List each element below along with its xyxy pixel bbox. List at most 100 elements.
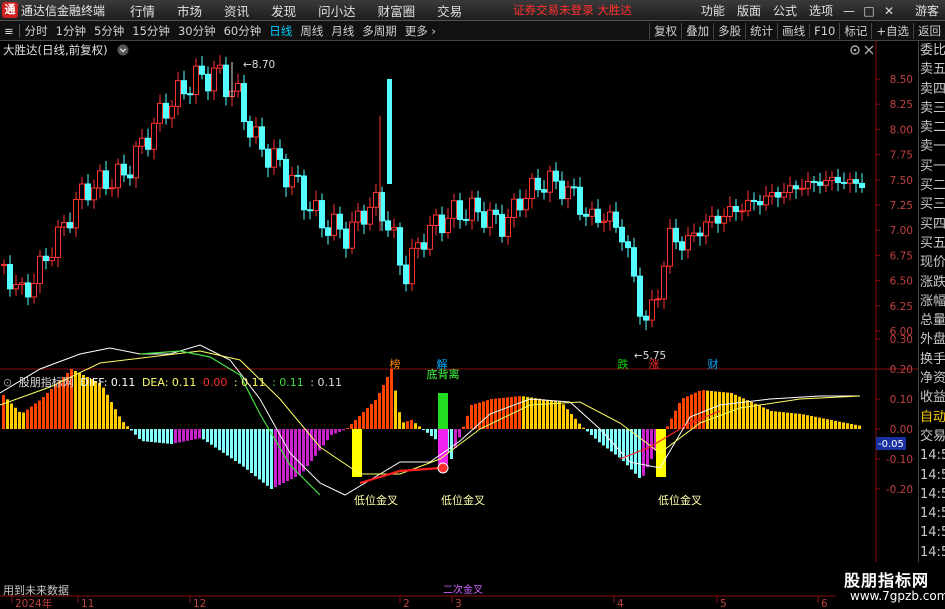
sidebar-item-0[interactable]: 委比 [919,41,945,60]
sidebar-item-15[interactable]: 外盘 [919,330,945,349]
macd-bar [422,429,425,430]
sidebar-item-5[interactable]: 卖一 [919,137,945,156]
sidebar-item-24[interactable]: 14:56 [919,504,945,523]
sidebar-item-4[interactable]: 卖二 [919,118,945,137]
close-button[interactable]: ✕ [879,4,899,18]
overlay-button[interactable]: 叠加 [681,23,713,39]
sidebar-item-23[interactable]: 14:56 [919,485,945,504]
sidebar-item-22[interactable]: 14:56 [919,466,945,485]
sidebar-item-14[interactable]: 总量 [919,311,945,330]
macd-bar [810,416,813,429]
sidebar-item-11[interactable]: 现价 [919,253,945,272]
menu-formula[interactable]: 公式 [767,2,803,19]
macd-bar [450,429,453,459]
period-intraday[interactable]: 分时 [21,23,52,39]
settings-icon[interactable] [849,44,861,56]
sidebar-item-9[interactable]: 买四 [919,215,945,234]
period-monthly[interactable]: 月线 [327,23,358,39]
period-1min[interactable]: 1分钟 [52,23,90,39]
sidebar-item-20[interactable]: 交易 [919,427,945,446]
sidebar-item-25[interactable]: 14:56 [919,523,945,542]
multi-stock-button[interactable]: 多股 [713,23,745,39]
sidebar-item-10[interactable]: 买五 [919,234,945,253]
macd-bar [526,396,529,429]
macd-header: ⊙ 股朋指标网 DIFF: 0.11 DEA: 0.11 0.00 : 0.11… [3,374,345,390]
period-multi[interactable]: 多周期 [358,23,401,39]
statistics-button[interactable]: 统计 [745,23,777,39]
add-watchlist-button[interactable]: +自选 [871,23,913,39]
candle-up [433,214,439,226]
sidebar-item-17[interactable]: 净资 [919,369,945,388]
menu-quotes[interactable]: 行情 [119,1,166,20]
draw-line-button[interactable]: 画线 [777,23,809,39]
macd-bar [350,424,353,429]
sidebar-item-16[interactable]: 换手 [919,350,945,369]
menu-options[interactable]: 选项 [803,2,839,19]
menu-trade[interactable]: 交易 [426,1,473,20]
macd-tick-label: 0.00 [890,424,913,436]
minimize-button[interactable]: — [839,4,859,18]
sidebar-item-26[interactable]: 14:56 [919,543,945,562]
back-button[interactable]: 返回 [913,23,945,39]
sidebar-item-19[interactable]: 自动 [919,408,945,427]
candle-up [97,170,103,189]
macd-collapse-icon[interactable]: ⊙ [3,376,12,389]
macd-bar [258,429,261,480]
sidebar-item-8[interactable]: 买三 [919,195,945,214]
price-tick-label: 7.25 [890,200,913,212]
menu-discover[interactable]: 发现 [260,1,307,20]
sidebar-item-1[interactable]: 卖五 [919,60,945,79]
macd-v2: : 0.11 [233,376,266,389]
login-notice[interactable]: 证券交易未登录 大胜达 [513,2,632,18]
f10-button[interactable]: F10 [809,24,839,38]
sidebar-item-3[interactable]: 卖三 [919,99,945,118]
sidebar-item-18[interactable]: 收益 [919,388,945,407]
candle-up [91,187,97,201]
sidebar-item-6[interactable]: 买一 [919,157,945,176]
sidebar-item-7[interactable]: 买二 [919,176,945,195]
candlestick-chart[interactable]: 8.50 8.25 8.00 7.75 7.50 7.25 7.00 6.75 6.50 6.25… [0,41,918,609]
menu-market[interactable]: 市场 [166,1,213,20]
guest-label[interactable]: 游客 [909,2,945,19]
menu-wealth[interactable]: 财富圈 [367,1,427,20]
candle-down [7,263,13,290]
menu-function[interactable]: 功能 [695,2,731,19]
candle-up [373,191,379,208]
candle-up [19,282,25,286]
macd-indicator-name[interactable]: 股朋指标网 [19,376,74,389]
candle-up [157,102,163,124]
candle-up [235,83,241,92]
adjust-button[interactable]: 复权 [649,23,681,39]
mark-button[interactable]: 标记 [839,23,871,39]
period-daily[interactable]: 日线 [265,23,296,39]
macd-bar [394,390,397,429]
menu-layout[interactable]: 版面 [731,2,767,19]
macd-bar [270,429,273,489]
period-30min[interactable]: 30分钟 [174,23,220,39]
grid-menu-icon[interactable]: ≡ [0,24,18,38]
period-60min[interactable]: 60分钟 [220,23,266,39]
macd-bar [358,416,361,429]
maximize-button[interactable]: □ [859,4,879,18]
chevron-down-icon[interactable] [117,44,131,58]
period-5min[interactable]: 5分钟 [90,23,128,39]
period-toolbar: ≡ 分时 1分钟 5分钟 15分钟 30分钟 60分钟 日线 周线 月线 多周期… [0,21,945,41]
sidebar-item-21[interactable]: 14:56 [919,446,945,465]
sidebar-item-2[interactable]: 卖四 [919,80,945,99]
candle-down [715,215,721,224]
candle-up [79,183,85,201]
menu-news[interactable]: 资讯 [213,1,260,20]
sidebar-item-13[interactable]: 涨幅 [919,292,945,311]
period-weekly[interactable]: 周线 [296,23,327,39]
sidebar-item-12[interactable]: 涨跌 [919,273,945,292]
macd-v4: : 0.11 [310,376,342,389]
period-more[interactable]: 更多 › [401,23,440,39]
candle-up [133,145,139,179]
macd-bar [326,429,329,441]
macd-v1: 0.00 [202,376,228,389]
period-15min[interactable]: 15分钟 [128,23,174,39]
menu-ask[interactable]: 问小达 [307,1,367,20]
macd-bar [178,429,181,443]
close-panel-icon[interactable] [863,44,875,56]
macd-bar [146,429,149,442]
